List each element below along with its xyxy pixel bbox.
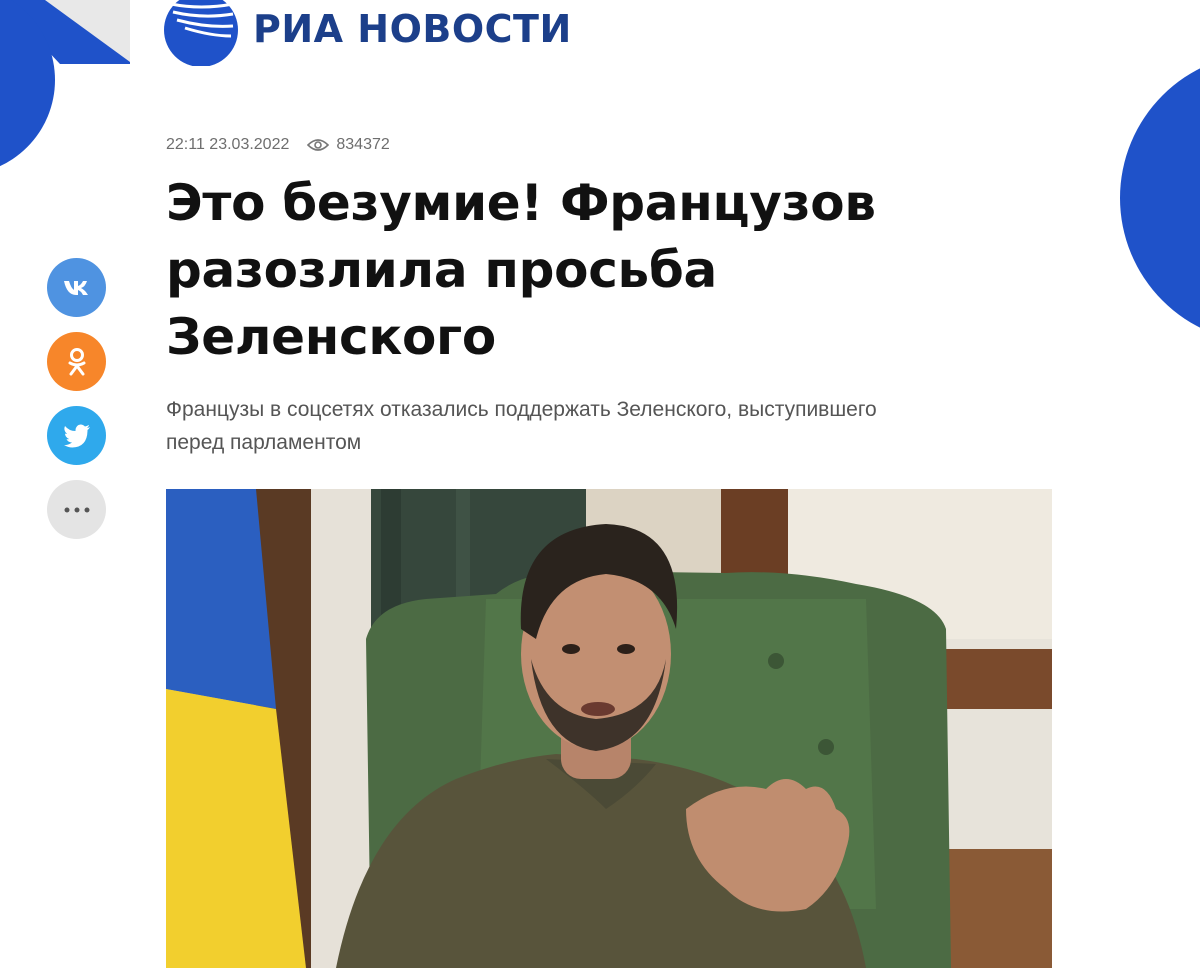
- article-photo[interactable]: [166, 489, 1052, 968]
- share-vk-button[interactable]: [47, 258, 106, 317]
- share-odnoklassniki-button[interactable]: [47, 332, 106, 391]
- publish-time: 22:11 23.03.2022: [166, 136, 290, 153]
- article-page: РИА НОВОСТИ 22:11 23.03.2022 834372 Это …: [0, 0, 1200, 968]
- eye-icon: [307, 139, 330, 151]
- more-dots-icon: [64, 507, 89, 512]
- article-subtitle: Французы в соцсетях отказались поддержат…: [166, 398, 877, 454]
- views-count: 834372: [336, 136, 390, 153]
- odnoklassniki-icon: [68, 347, 85, 375]
- share-more-button[interactable]: [47, 480, 106, 539]
- article-headline: Это безумие! Французов разозлила просьба…: [166, 174, 876, 366]
- decorative-corner-shape: [0, 0, 130, 190]
- logo-wordmark: РИА НОВОСТИ: [253, 7, 572, 51]
- decorative-circle-shape: [1120, 50, 1200, 370]
- share-twitter-button[interactable]: [47, 406, 106, 465]
- vk-icon: [63, 280, 88, 295]
- views-counter: 834372: [307, 136, 390, 154]
- twitter-bird-icon: [63, 424, 90, 447]
- site-logo[interactable]: РИА НОВОСТИ: [163, 0, 572, 66]
- share-panel: [47, 258, 106, 539]
- ria-logo-icon: [164, 0, 238, 66]
- article-meta: 22:11 23.03.2022 834372: [166, 136, 390, 154]
